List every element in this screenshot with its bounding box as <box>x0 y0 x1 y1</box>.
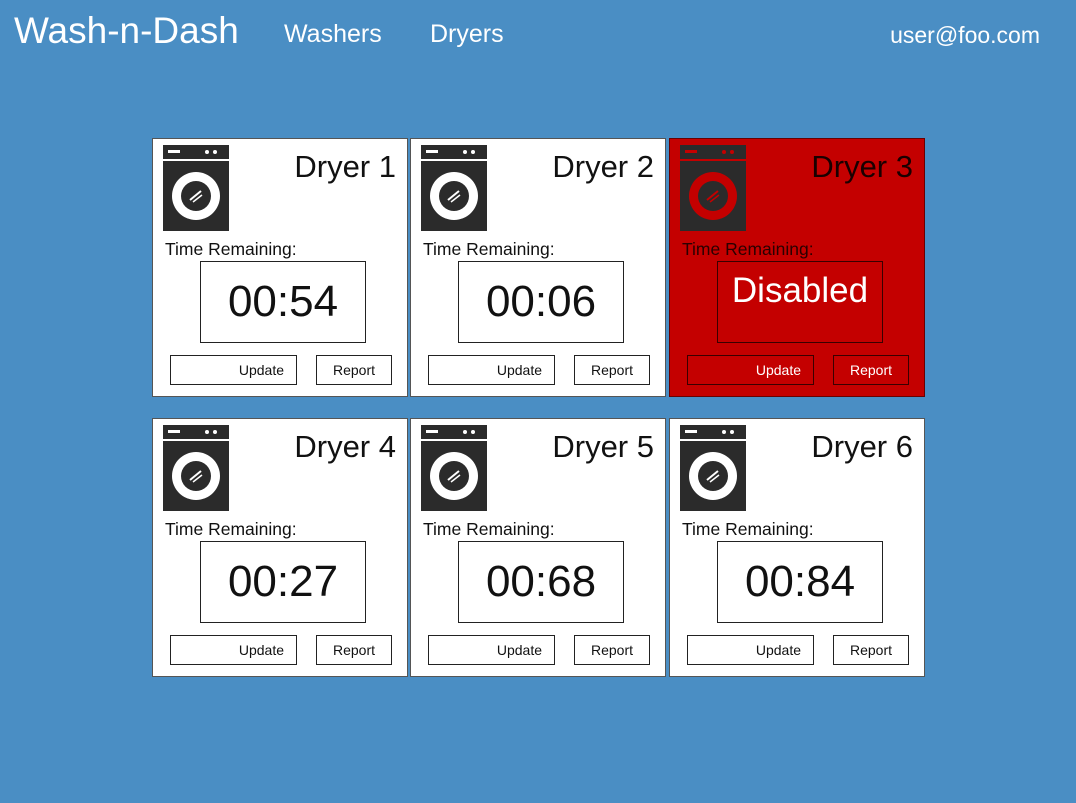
user-account-link[interactable]: user@foo.com <box>890 20 1040 50</box>
dryer-machine-icon <box>163 145 229 231</box>
dryer-card-6: Dryer 6 Time Remaining: 00:84 Update Rep… <box>669 418 925 677</box>
report-button[interactable]: Report <box>316 355 392 385</box>
update-button[interactable]: Update <box>428 355 555 385</box>
report-button[interactable]: Report <box>833 355 909 385</box>
dryer-card-4: Dryer 4 Time Remaining: 00:27 Update Rep… <box>152 418 408 677</box>
dryer-title: Dryer 3 <box>811 149 913 184</box>
report-button[interactable]: Report <box>316 635 392 665</box>
time-remaining-label: Time Remaining: <box>165 519 297 539</box>
update-button[interactable]: Update <box>170 635 297 665</box>
dryer-machine-icon <box>163 425 229 511</box>
dryer-card-5: Dryer 5 Time Remaining: 00:68 Update Rep… <box>410 418 666 677</box>
dryer-machine-icon <box>421 425 487 511</box>
top-navbar: Wash-n-Dash Washers Dryers user@foo.com <box>0 0 1076 70</box>
brand-logo-text[interactable]: Wash-n-Dash <box>14 10 239 52</box>
report-button[interactable]: Report <box>574 635 650 665</box>
time-remaining-value: 00:06 <box>458 261 624 343</box>
time-remaining-value: 00:84 <box>717 541 883 623</box>
dryer-title: Dryer 4 <box>294 429 396 464</box>
report-button[interactable]: Report <box>574 355 650 385</box>
time-remaining-value: 00:54 <box>200 261 366 343</box>
nav-link-dryers[interactable]: Dryers <box>430 19 504 49</box>
update-button[interactable]: Update <box>170 355 297 385</box>
time-remaining-label: Time Remaining: <box>423 239 555 259</box>
update-button[interactable]: Update <box>687 635 814 665</box>
nav-link-washers[interactable]: Washers <box>284 19 382 49</box>
dryer-machine-icon <box>421 145 487 231</box>
dryer-title: Dryer 6 <box>811 429 913 464</box>
dryer-title: Dryer 5 <box>552 429 654 464</box>
time-remaining-label: Time Remaining: <box>165 239 297 259</box>
report-button[interactable]: Report <box>833 635 909 665</box>
update-button[interactable]: Update <box>687 355 814 385</box>
disabled-status: Disabled <box>717 261 883 343</box>
time-remaining-value: 00:27 <box>200 541 366 623</box>
time-remaining-label: Time Remaining: <box>423 519 555 539</box>
dryer-title: Dryer 1 <box>294 149 396 184</box>
dryer-machine-icon <box>680 425 746 511</box>
dryer-title: Dryer 2 <box>552 149 654 184</box>
dryer-card-2: Dryer 2 Time Remaining: 00:06 Update Rep… <box>410 138 666 397</box>
dryer-card-1: Dryer 1 Time Remaining: 00:54 Update Rep… <box>152 138 408 397</box>
time-remaining-label: Time Remaining: <box>682 519 814 539</box>
time-remaining-label: Time Remaining: <box>682 239 814 259</box>
dryer-machine-icon <box>680 145 746 231</box>
time-remaining-value: 00:68 <box>458 541 624 623</box>
update-button[interactable]: Update <box>428 635 555 665</box>
dryer-card-3: Dryer 3 Time Remaining: Disabled Update … <box>669 138 925 397</box>
